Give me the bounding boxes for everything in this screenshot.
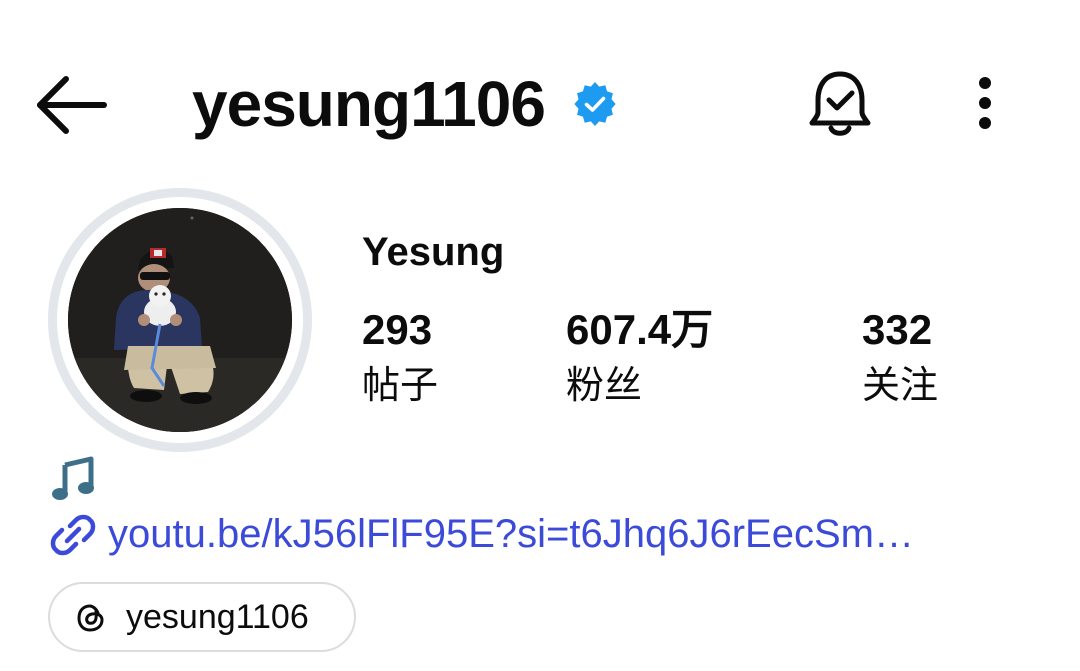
link-icon [50,514,96,556]
threads-icon [77,604,104,632]
verified-badge-icon [573,82,617,126]
bio-link-text: youtu.be/kJ56lFlF95E?si=t6Jhq6J6rEecSm… [108,512,914,556]
back-button[interactable] [30,62,116,148]
stat-following-label: 关注 [862,363,939,407]
stat-following-count: 332 [862,306,933,353]
stat-posts-label: 帖子 [362,363,439,407]
more-options-button[interactable] [955,70,1015,140]
notifications-button[interactable] [800,64,880,144]
stat-followers-count: 607.4万 [566,306,714,353]
threads-username: yesung1106 [126,598,309,636]
stat-posts[interactable]: 293 帖子 [362,304,438,410]
threads-profile-button[interactable]: yesung1106 [48,582,356,652]
stat-following[interactable]: 332 关注 [862,304,938,410]
stat-posts-count: 293 [362,306,433,353]
avatar[interactable] [68,208,292,432]
back-arrow-icon [37,76,107,134]
display-name: Yesung [362,230,505,274]
bell-check-icon [809,71,871,136]
more-vertical-icon [979,77,991,129]
avatar-photo [68,208,292,432]
music-note-icon [50,455,98,503]
stat-followers-label: 粉丝 [566,363,643,407]
stat-followers[interactable]: 607.4万 粉丝 [566,304,713,410]
page-title: yesung1106 [192,68,546,140]
